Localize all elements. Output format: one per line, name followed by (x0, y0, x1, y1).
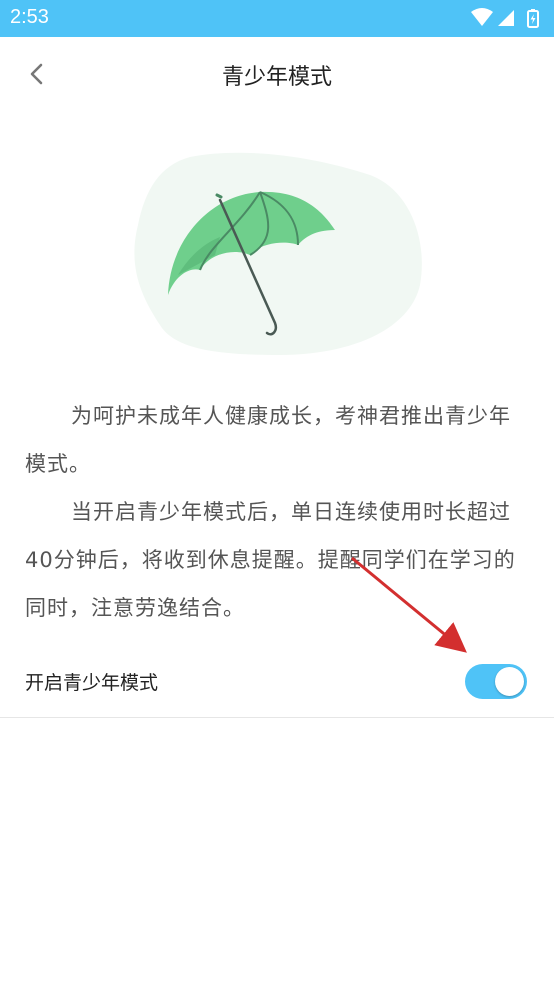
teen-mode-toggle[interactable] (465, 664, 527, 699)
description: 为呵护未成年人健康成长，考神君推出青少年模式。 当开启青少年模式后，单日连续使用… (25, 392, 530, 632)
battery-icon (527, 9, 539, 28)
description-paragraph-1: 为呵护未成年人健康成长，考神君推出青少年模式。 (25, 404, 511, 476)
header: 青少年模式 (0, 37, 554, 111)
status-bar: 2:53 (0, 0, 554, 37)
toggle-knob (495, 667, 524, 696)
status-icons (466, 8, 546, 28)
wifi-icon (471, 8, 493, 26)
toggle-label: 开启青少年模式 (25, 672, 159, 694)
cell-signal-icon (498, 10, 514, 26)
umbrella-icon (134, 152, 422, 355)
page-title: 青少年模式 (221, 65, 332, 90)
umbrella-illustration (120, 145, 430, 360)
teen-mode-toggle-row[interactable]: 开启青少年模式 (0, 650, 554, 718)
status-time: 2:53 (10, 6, 49, 28)
description-paragraph-2: 当开启青少年模式后，单日连续使用时长超过40分钟后，将收到休息提醒。提醒同学们在… (25, 500, 516, 620)
